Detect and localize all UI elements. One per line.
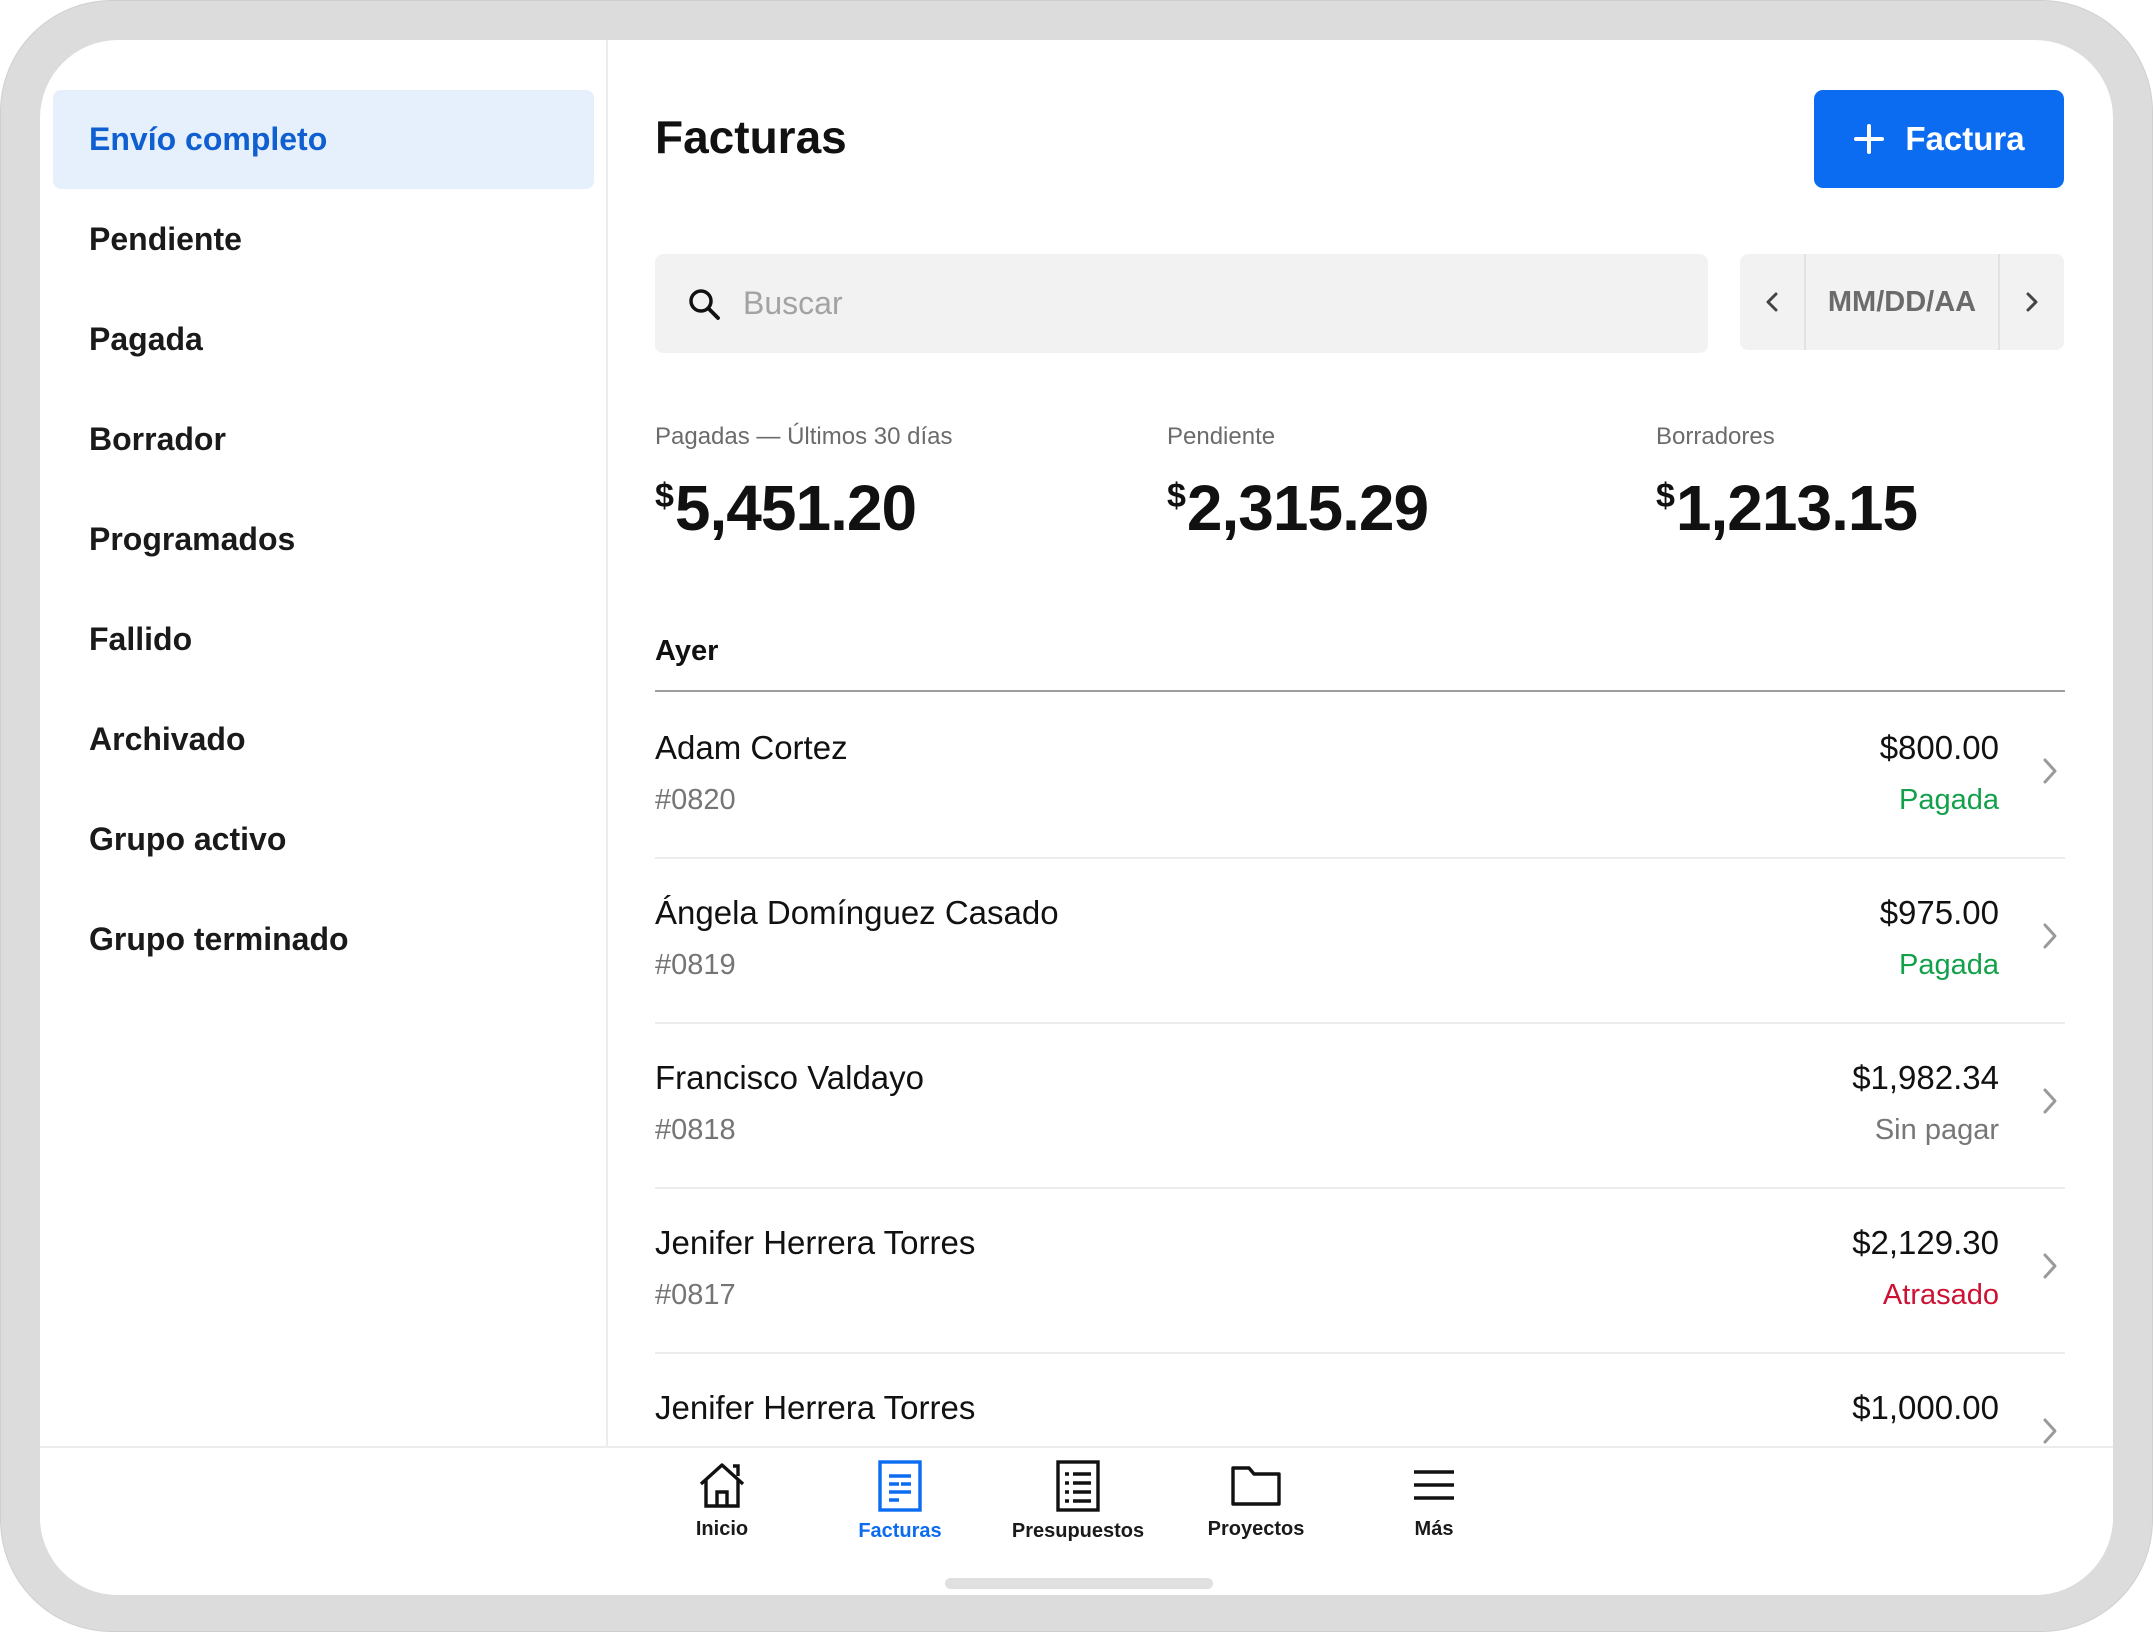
new-invoice-button[interactable]: Factura [1814,90,2064,188]
invoice-status: Pagada [1899,784,1999,816]
sidebar-item-label: Envío completo [89,121,328,157]
tab-label: Inicio [695,1518,749,1540]
stat-label: Pagadas — Últimos 30 días [655,423,953,450]
client-name: Jenifer Herrera Torres [655,1389,976,1426]
sidebar-item-label: Archivado [89,721,246,757]
date-prev-button[interactable] [1740,254,1804,350]
stat-amount-value: 1,213.15 [1675,472,1918,544]
invoice-status: Pagada [1899,949,1999,981]
device-frame: Envío completo Pendiente Pagada Borrador… [0,0,2153,1632]
invoice-amount: $2,129.30 [1852,1224,1999,1261]
chevron-right-icon [2043,758,2057,784]
tab-inicio[interactable]: Inicio [637,1460,807,1541]
sidebar-item-label: Pagada [89,321,203,357]
stat-amount-value: 5,451.20 [674,472,917,544]
sidebar-item-label: Grupo activo [89,821,287,857]
menu-icon [1414,1470,1454,1500]
invoice-number: #0817 [655,1279,736,1311]
sidebar-item-pagada[interactable]: Pagada [53,290,594,389]
invoice-status: Sin pagar [1874,1114,1999,1146]
app-screen: Envío completo Pendiente Pagada Borrador… [40,40,2113,1595]
sidebar-item-pendiente[interactable]: Pendiente [53,190,594,289]
stat-paid: Pagadas — Últimos 30 días $5,451.20 [655,423,952,545]
folder-icon [1231,1466,1281,1506]
estimate-icon [1056,1460,1100,1512]
tab-mas[interactable]: Más [1349,1460,1519,1541]
tab-proyectos[interactable]: Proyectos [1171,1460,1341,1541]
chevron-right-icon [2026,292,2038,312]
invoice-number: #0820 [655,784,736,816]
tab-label: Proyectos [1207,1518,1305,1540]
currency-symbol: $ [1656,477,1675,515]
client-name: Jenifer Herrera Torres [655,1224,976,1261]
stat-amount-value: 2,315.29 [1186,472,1429,544]
plus-icon [1854,124,1885,154]
sidebar-item-fallido[interactable]: Fallido [53,590,594,689]
tab-label: Más [1414,1518,1454,1540]
sidebar-item-label: Fallido [89,621,193,657]
invoice-amount: $975.00 [1879,894,1999,931]
tab-label: Facturas [858,1520,942,1542]
stat-amount: $2,315.29 [1167,471,1429,545]
home-icon [699,1463,745,1508]
stat-amount: $1,213.15 [1656,471,1918,545]
chevron-right-icon [2043,1088,2057,1114]
chevron-right-icon [2043,1253,2057,1279]
tab-label: Presupuestos [1011,1520,1145,1542]
client-name: Ángela Domínguez Casado [655,894,1059,931]
invoice-row[interactable]: Ángela Domínguez Casado #0819 $975.00 Pa… [655,857,2065,1024]
new-invoice-label: Factura [1905,120,2025,157]
search-input[interactable] [741,284,1645,323]
page-title: Facturas [655,111,847,163]
invoice-number: #0818 [655,1114,736,1146]
stat-label: Pendiente [1167,423,1276,450]
section-header: Ayer [655,635,719,667]
sidebar-item-label: Borrador [89,421,226,457]
stat-label: Borradores [1656,423,1775,450]
sidebar-item-borrador[interactable]: Borrador [53,390,594,489]
sidebar-item-programados[interactable]: Programados [53,490,594,589]
tab-presupuestos[interactable]: Presupuestos [993,1460,1163,1543]
date-value[interactable]: MM/DD/AA [1804,254,2000,350]
date-picker: MM/DD/AA [1740,254,2064,350]
chevron-right-icon [2043,1418,2057,1444]
invoice-row[interactable]: Francisco Valdayo #0818 $1,982.34 Sin pa… [655,1022,2065,1189]
tab-facturas[interactable]: Facturas [815,1460,985,1543]
stat-amount: $5,451.20 [655,471,952,545]
invoice-number: #0819 [655,949,736,981]
chevron-left-icon [1766,292,1778,312]
invoice-status: Atrasado [1882,1279,1999,1311]
invoice-icon [878,1460,922,1512]
stat-drafts: Borradores $1,213.15 [1656,423,1918,545]
client-name: Francisco Valdayo [655,1059,925,1096]
currency-symbol: $ [1167,477,1186,515]
date-next-button[interactable] [2000,254,2064,350]
search-bar [655,254,1708,353]
sidebar: Envío completo Pendiente Pagada Borrador… [40,40,608,1446]
invoice-row[interactable]: Adam Cortez #0820 $800.00 Pagada [655,692,2065,859]
search-icon [689,288,720,320]
sidebar-item-grupo-terminado[interactable]: Grupo terminado [53,890,594,989]
invoice-amount: $1,000.00 [1852,1389,1999,1426]
chevron-right-icon [2043,923,2057,949]
sidebar-item-grupo-activo[interactable]: Grupo activo [53,790,594,889]
invoice-amount: $1,982.34 [1852,1059,1999,1096]
bottom-tab-bar: Inicio Facturas Presupuestos Proyectos M… [40,1446,2113,1595]
currency-symbol: $ [655,477,674,515]
home-indicator[interactable] [945,1578,1213,1589]
stat-pending: Pendiente $2,315.29 [1167,423,1429,545]
sidebar-item-label: Pendiente [89,221,242,257]
invoice-amount: $800.00 [1879,729,1999,766]
client-name: Adam Cortez [655,729,848,766]
invoice-row[interactable]: Jenifer Herrera Torres #0817 $2,129.30 A… [655,1187,2065,1354]
sidebar-item-label: Grupo terminado [89,921,349,957]
sidebar-item-envio-completo[interactable]: Envío completo [53,90,594,189]
sidebar-item-label: Programados [89,521,296,557]
sidebar-item-archivado[interactable]: Archivado [53,690,594,789]
